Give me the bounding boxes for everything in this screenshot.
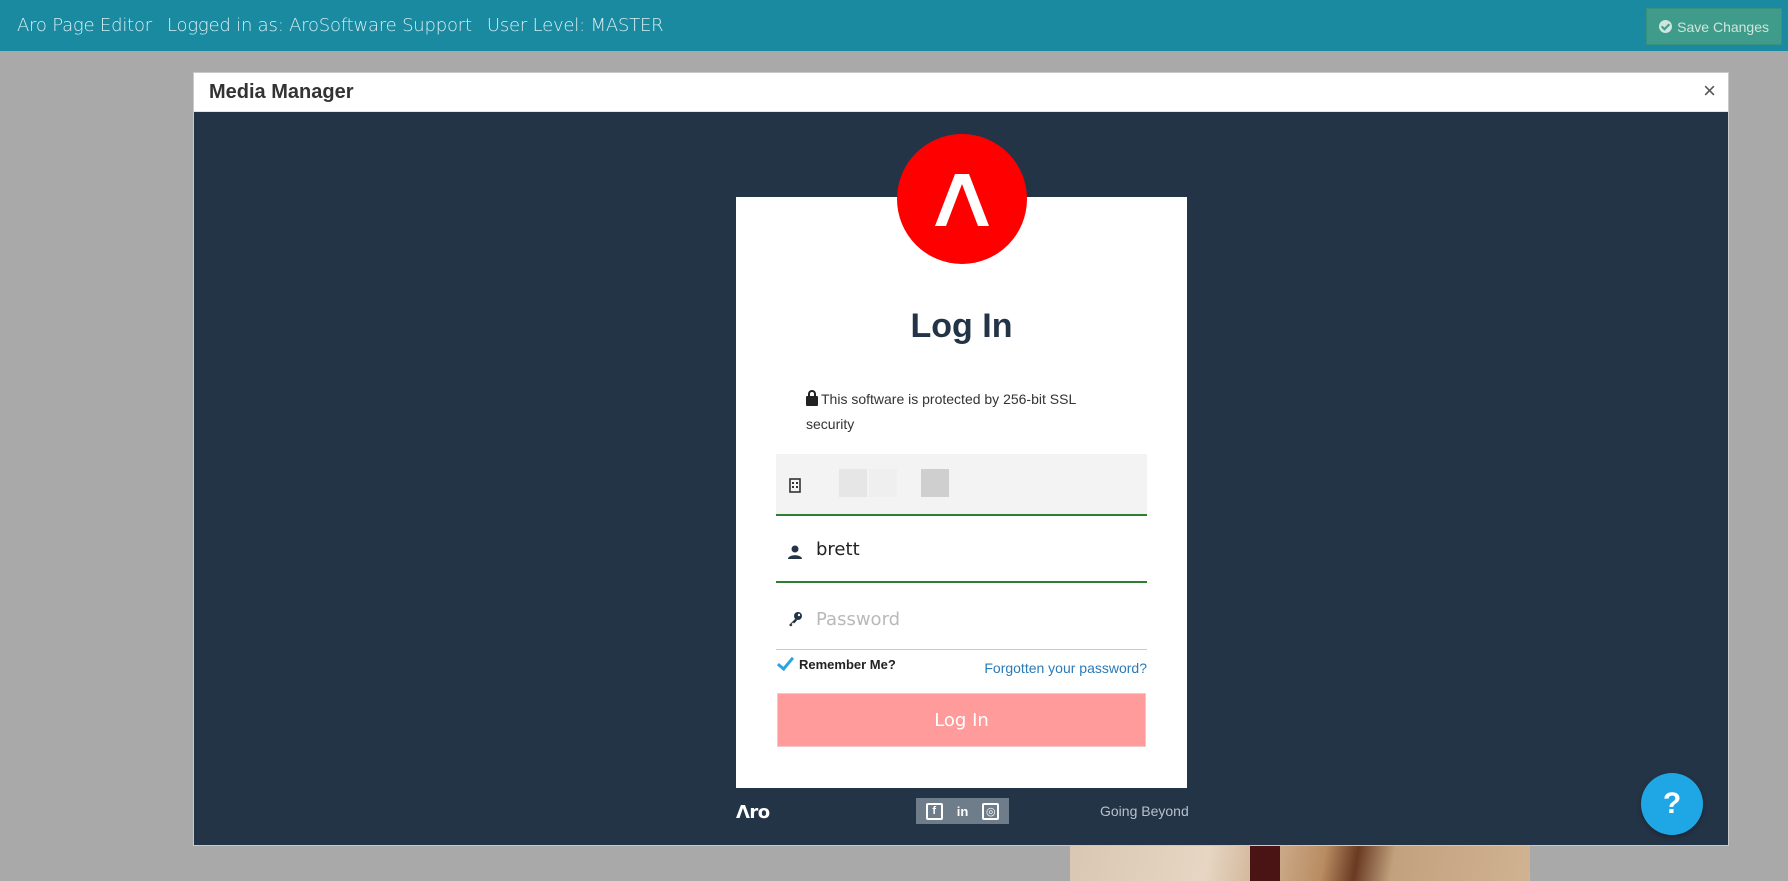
password-field[interactable] — [776, 588, 1147, 650]
building-icon — [789, 478, 801, 493]
top-bar: Aro Page Editor Logged in as: AroSoftwar… — [0, 0, 1788, 51]
logged-in-user: Logged in as: AroSoftware Support — [167, 15, 472, 36]
footer-tagline: Going Beyond — [1100, 803, 1189, 819]
facebook-icon[interactable]: f — [925, 802, 943, 820]
login-card: Log In This software is protected by 256… — [736, 197, 1187, 788]
footer-brand-logo: Λro — [736, 802, 770, 823]
remember-checkbox[interactable] — [776, 656, 793, 673]
login-button[interactable]: Log In — [777, 693, 1146, 747]
help-button[interactable]: ? — [1641, 773, 1703, 835]
background-photo-detail — [1250, 846, 1280, 881]
save-changes-button[interactable]: Save Changes — [1646, 8, 1782, 45]
lock-icon — [806, 390, 818, 406]
password-input[interactable] — [816, 602, 1136, 636]
aro-logo-icon — [935, 174, 989, 226]
redacted-value-block — [869, 469, 897, 497]
instagram-icon[interactable]: ◎ — [982, 802, 1000, 820]
ssl-notice-text: This software is protected by 256-bit SS… — [806, 391, 1076, 432]
remember-me[interactable]: Remember Me? — [776, 656, 896, 673]
ssl-notice: This software is protected by 256-bit SS… — [806, 387, 1106, 437]
modal-header: Media Manager × — [194, 73, 1728, 112]
aro-logo — [897, 134, 1027, 264]
app-name: Aro Page Editor — [17, 15, 152, 36]
editor-info: Aro Page Editor Logged in as: AroSoftwar… — [17, 0, 664, 51]
redacted-value-block — [921, 469, 949, 497]
login-title: Log In — [910, 307, 1013, 345]
linkedin-icon[interactable]: in — [954, 803, 971, 820]
remember-label: Remember Me? — [799, 657, 896, 672]
modal-body: Log In This software is protected by 256… — [194, 112, 1728, 845]
modal-title: Media Manager — [209, 81, 354, 103]
background-photo — [1070, 846, 1530, 881]
check-circle-icon — [1659, 20, 1673, 33]
redacted-value-block — [839, 469, 867, 497]
username-field[interactable]: brett — [776, 521, 1147, 583]
social-links: f in ◎ — [916, 798, 1009, 824]
company-field[interactable] — [776, 454, 1147, 516]
user-icon — [788, 545, 802, 559]
save-changes-label: Save Changes — [1677, 18, 1769, 35]
close-icon[interactable]: × — [1703, 79, 1716, 103]
media-manager-modal: Media Manager × Log In This software is … — [193, 72, 1729, 846]
key-icon — [789, 612, 802, 627]
user-level: User Level: MASTER — [486, 15, 664, 36]
username-value[interactable]: brett — [816, 539, 860, 560]
forgot-password-link[interactable]: Forgotten your password? — [984, 660, 1147, 676]
